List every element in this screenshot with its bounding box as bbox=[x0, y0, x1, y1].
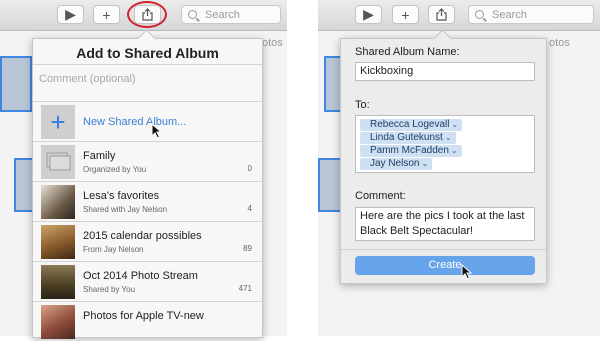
divider bbox=[33, 64, 262, 65]
album-name: 2015 calendar possibles bbox=[83, 230, 202, 242]
album-photo-thumbnail bbox=[41, 225, 75, 259]
divider bbox=[33, 101, 262, 102]
recipient-token[interactable]: Pamm McFadden ⌄ bbox=[360, 145, 462, 157]
plus-icon: + bbox=[401, 6, 410, 23]
album-subtitle: Shared by You bbox=[83, 285, 136, 294]
album-name: Oct 2014 Photo Stream bbox=[83, 270, 198, 282]
album-row[interactable]: Oct 2014 Photo Stream Shared by You 471 bbox=[33, 263, 262, 301]
album-row[interactable]: Photos for Apple TV-new bbox=[33, 303, 262, 341]
search-icon bbox=[188, 10, 197, 19]
play-slideshow-button[interactable]: ▶ bbox=[57, 5, 84, 24]
chevron-down-icon: ⌄ bbox=[451, 120, 459, 129]
add-to-shared-album-popover: Add to Shared Album Comment (optional) +… bbox=[32, 29, 263, 341]
comment-textarea[interactable]: Here are the pics I took at the last Bla… bbox=[355, 207, 535, 241]
recipient-name: Linda Gutekunst bbox=[370, 132, 443, 143]
recipient-token[interactable]: Rebecca Logevall ⌄ bbox=[360, 119, 463, 131]
add-button[interactable]: + bbox=[392, 5, 419, 24]
album-subtitle: Organized by You bbox=[83, 165, 147, 174]
album-name-label: Shared Album Name: bbox=[355, 46, 460, 58]
new-shared-album-row[interactable]: + New Shared Album... bbox=[33, 103, 262, 141]
photo-thumbnail[interactable] bbox=[0, 56, 32, 112]
divider bbox=[33, 261, 262, 262]
divider bbox=[33, 221, 262, 222]
album-row[interactable]: 2015 calendar possibles From Jay Nelson … bbox=[33, 223, 262, 261]
search-field[interactable]: Search bbox=[468, 5, 594, 24]
divider bbox=[341, 249, 546, 250]
divider bbox=[33, 141, 262, 142]
recipient-token[interactable]: Jay Nelson ⌄ bbox=[360, 158, 433, 170]
album-row[interactable]: Family Organized by You 0 bbox=[33, 143, 262, 181]
search-placeholder: Search bbox=[205, 8, 240, 21]
plus-icon: + bbox=[50, 107, 66, 137]
search-placeholder: Search bbox=[492, 8, 527, 21]
photos-tab-fragment: otos bbox=[262, 37, 283, 49]
divider bbox=[33, 301, 262, 302]
album-name: Lesa's favorites bbox=[83, 190, 160, 202]
share-icon bbox=[436, 8, 447, 21]
add-button[interactable]: + bbox=[93, 5, 120, 24]
album-name: Photos for Apple TV-new bbox=[83, 310, 204, 322]
album-row[interactable]: Lesa's favorites Shared with Jay Nelson … bbox=[33, 183, 262, 221]
play-slideshow-button[interactable]: ▶ bbox=[355, 5, 382, 24]
popover-title: Add to Shared Album bbox=[76, 45, 219, 61]
photo-thumbnail[interactable] bbox=[14, 158, 34, 212]
recipients-field[interactable]: Rebecca Logevall ⌄ Linda Gutekunst ⌄ Pamm … bbox=[355, 115, 535, 173]
create-button[interactable]: Create bbox=[355, 256, 535, 275]
album-photo-thumbnail bbox=[41, 265, 75, 299]
album-name-input[interactable]: Kickboxing bbox=[355, 62, 535, 81]
album-name: Family bbox=[83, 150, 116, 162]
album-count: 4 bbox=[247, 204, 252, 213]
search-field[interactable]: Search bbox=[181, 5, 281, 24]
recipient-name: Jay Nelson bbox=[370, 158, 420, 169]
play-icon: ▶ bbox=[65, 6, 76, 22]
chevron-down-icon: ⌄ bbox=[450, 146, 458, 155]
chevron-down-icon: ⌄ bbox=[444, 133, 452, 142]
stacked-photos-icon bbox=[41, 145, 75, 179]
right-toolbar: ▶ + Search bbox=[318, 0, 600, 31]
share-button[interactable] bbox=[428, 5, 455, 24]
album-count: 0 bbox=[247, 164, 252, 173]
highlight-circle bbox=[127, 1, 167, 28]
mouse-pointer-icon bbox=[461, 264, 473, 280]
album-subtitle: Shared with Jay Nelson bbox=[83, 205, 168, 214]
mouse-pointer-icon bbox=[151, 123, 163, 139]
album-photo-thumbnail bbox=[41, 305, 75, 339]
cat-photo-thumbnail bbox=[41, 185, 75, 219]
new-album-label: New Shared Album... bbox=[83, 116, 187, 128]
search-icon bbox=[475, 10, 484, 19]
chevron-down-icon: ⌄ bbox=[421, 159, 429, 168]
album-count: 89 bbox=[243, 244, 252, 253]
album-subtitle: From Jay Nelson bbox=[83, 245, 144, 254]
album-count: 471 bbox=[238, 284, 252, 293]
play-icon: ▶ bbox=[363, 6, 374, 22]
recipient-name: Pamm McFadden bbox=[370, 145, 449, 156]
to-label: To: bbox=[355, 99, 370, 111]
photos-tab-fragment: otos bbox=[549, 37, 570, 49]
plus-icon: + bbox=[102, 6, 111, 23]
comment-label: Comment: bbox=[355, 190, 406, 202]
divider bbox=[33, 181, 262, 182]
comment-field[interactable]: Comment (optional) bbox=[39, 73, 136, 85]
recipient-token[interactable]: Linda Gutekunst ⌄ bbox=[360, 132, 456, 144]
recipient-name: Rebecca Logevall bbox=[370, 119, 450, 130]
new-shared-album-popover: Shared Album Name: Kickboxing To: Rebecc… bbox=[340, 29, 547, 284]
